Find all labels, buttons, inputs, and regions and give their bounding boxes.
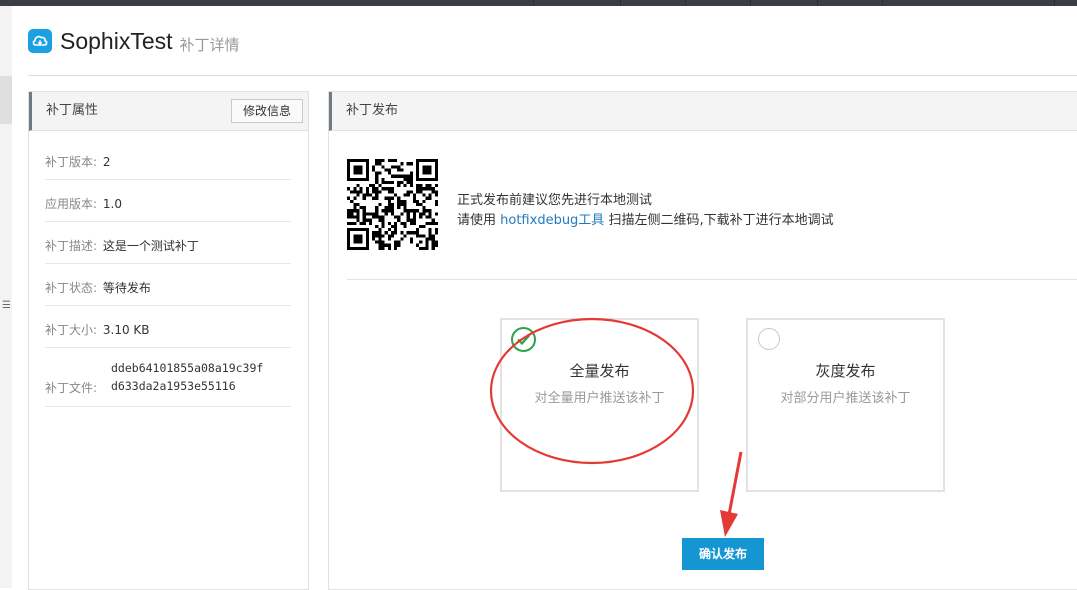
- radio-unchecked-icon[interactable]: [758, 328, 780, 350]
- attr-key: 补丁大小:: [45, 323, 98, 337]
- attr-value: ddeb64101855a08a19c39f: [111, 361, 264, 375]
- page-subtitle: 补丁详情: [179, 35, 240, 54]
- attr-key: 补丁版本:: [45, 155, 98, 169]
- attr-key: 补丁状态:: [45, 281, 98, 295]
- qr-code-image: [347, 159, 438, 250]
- attr-row-status: 补丁状态: 等待发布: [45, 267, 291, 306]
- nav-divider: [882, 0, 883, 6]
- sidebar-toggle-icon[interactable]: ☰: [2, 298, 11, 314]
- attr-value: 3.10 KB: [102, 323, 150, 337]
- edit-info-button[interactable]: 修改信息: [230, 99, 303, 123]
- nav-divider: [533, 0, 534, 6]
- patch-publish-panel: 补丁发布: [328, 91, 1077, 590]
- attr-row-file: 补丁文件: ddeb64101855a08a19c39f d633da2a195…: [45, 351, 291, 407]
- app-title: SophixTest: [60, 27, 173, 54]
- tip-line-2: 请使用 hotfixdebug工具 扫描左侧二维码,下载补丁进行本地调试: [457, 209, 834, 228]
- attr-value: 2: [102, 155, 111, 169]
- attr-row-app-version: 应用版本: 1.0: [45, 183, 291, 222]
- tip-suffix: 扫描左侧二维码,下载补丁进行本地调试: [604, 213, 834, 228]
- attr-key: 补丁文件:: [45, 381, 98, 395]
- hotfixdebug-link[interactable]: hotfixdebug工具: [500, 213, 604, 228]
- attr-value: d633da2a1953e55116: [111, 379, 236, 393]
- panel-header: 补丁发布: [329, 92, 1077, 131]
- attr-value: 1.0: [102, 197, 122, 211]
- patch-attributes-panel: 补丁属性 修改信息 补丁版本: 2 应用版本: 1.0 补丁描述: 这是一个测试…: [28, 91, 309, 590]
- nav-divider: [685, 0, 686, 6]
- option-desc: 对全量用户推送该补丁: [534, 391, 665, 406]
- radio-checked-icon[interactable]: [511, 327, 536, 352]
- option-gray-release[interactable]: 灰度发布 对部分用户推送该补丁: [746, 318, 945, 492]
- option-title: 全量发布: [569, 362, 630, 380]
- panel-title: 补丁发布: [346, 103, 399, 118]
- attr-value: 等待发布: [102, 281, 151, 295]
- option-title: 灰度发布: [815, 362, 876, 380]
- panel-header: 补丁属性 修改信息: [29, 92, 308, 131]
- sidebar-collapsed: ☰: [0, 6, 12, 588]
- option-desc: 对部分用户推送该补丁: [780, 391, 911, 406]
- nav-divider: [1054, 0, 1055, 6]
- top-nav-bar: [0, 0, 1077, 6]
- panel-title: 补丁属性: [46, 103, 99, 118]
- attr-key: 应用版本:: [45, 197, 98, 211]
- option-full-release[interactable]: 全量发布 对全量用户推送该补丁: [500, 318, 699, 492]
- header-divider: [28, 75, 1077, 76]
- attr-row-description: 补丁描述: 这是一个测试补丁: [45, 225, 291, 264]
- nav-divider: [750, 0, 751, 6]
- attr-value: 这是一个测试补丁: [102, 239, 199, 253]
- attr-row-patch-version: 补丁版本: 2: [45, 141, 291, 180]
- confirm-publish-button[interactable]: 确认发布: [682, 538, 764, 570]
- nav-divider: [620, 0, 621, 6]
- nav-divider: [817, 0, 818, 6]
- cloud-icon: [28, 29, 52, 53]
- attr-key: 补丁描述:: [45, 239, 98, 253]
- attr-row-size: 补丁大小: 3.10 KB: [45, 309, 291, 348]
- page-header: SophixTest 补丁详情: [28, 24, 240, 58]
- section-divider: [347, 279, 1077, 280]
- sidebar-block: [0, 76, 12, 124]
- tip-line-1: 正式发布前建议您先进行本地测试: [457, 193, 653, 208]
- tip-prefix: 请使用: [457, 213, 501, 228]
